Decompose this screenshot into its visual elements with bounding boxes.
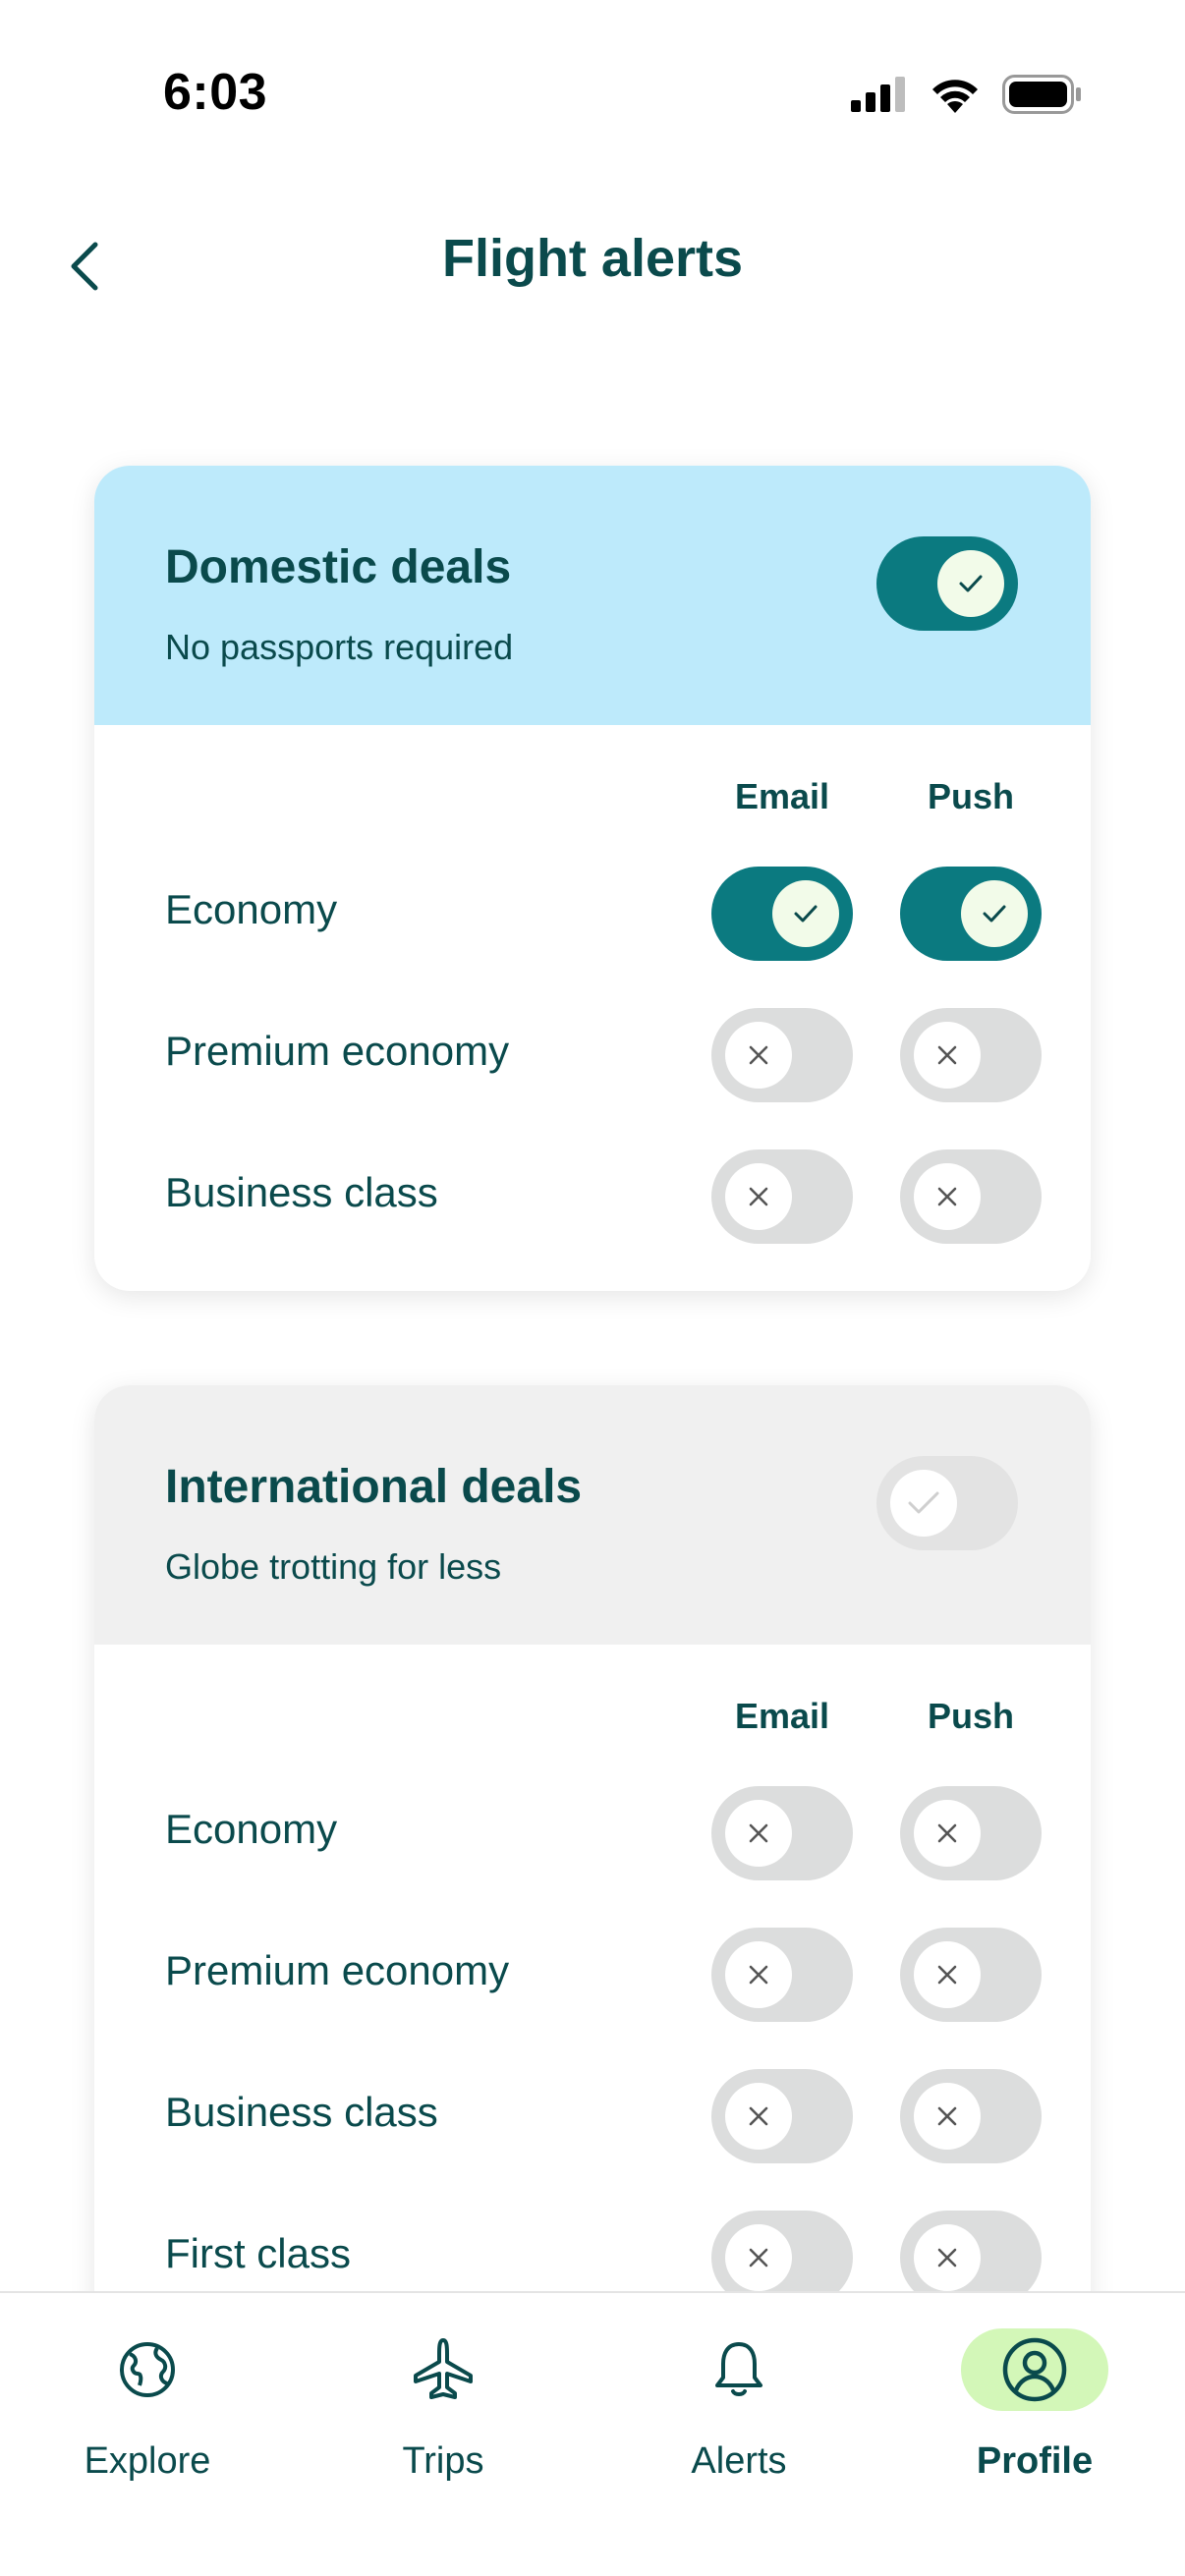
tab-icon-wrap xyxy=(665,2328,813,2411)
international-business-class-email-toggle[interactable] xyxy=(711,2069,853,2163)
toggle-knob xyxy=(725,2224,792,2291)
domestic-row-business-class: Business class xyxy=(94,1126,1091,1267)
globe-icon xyxy=(120,2342,175,2397)
check-icon xyxy=(983,905,1006,923)
wifi-icon xyxy=(932,80,978,113)
tab-icon-wrap xyxy=(961,2328,1108,2411)
international-column-headers: Email Push xyxy=(94,1645,1091,1763)
domestic-column-headers: Email Push xyxy=(94,725,1091,843)
x-icon xyxy=(937,1187,957,1206)
tab-icon-wrap xyxy=(369,2328,517,2411)
toggle-knob xyxy=(772,880,839,947)
x-icon xyxy=(749,2106,768,2126)
international-deals-title: International deals xyxy=(165,1461,583,1513)
international-premium-economy-email-toggle[interactable] xyxy=(711,1928,853,2022)
tab-label: Alerts xyxy=(691,2440,787,2482)
international-economy-push-toggle[interactable] xyxy=(900,1786,1042,1880)
international-row-premium-economy: Premium economy xyxy=(94,1904,1091,2045)
international-deals-toggle[interactable] xyxy=(876,1456,1018,1550)
international-business-class-push-toggle[interactable] xyxy=(900,2069,1042,2163)
x-icon xyxy=(749,1187,768,1206)
international-row-economy: Economy xyxy=(94,1763,1091,1904)
row-label: Economy xyxy=(165,1806,338,1852)
x-icon xyxy=(749,1823,768,1843)
check-icon xyxy=(959,575,983,592)
toggle-knob xyxy=(914,2224,981,2291)
x-icon xyxy=(937,1823,957,1843)
row-label: Business class xyxy=(165,1169,438,1215)
domestic-economy-push-toggle[interactable] xyxy=(900,867,1042,961)
tab-label: Trips xyxy=(402,2440,484,2482)
push-column-header: Push xyxy=(927,776,1014,816)
domestic-row-premium-economy: Premium economy xyxy=(94,984,1091,1126)
toggle-knob xyxy=(725,2083,792,2150)
airplane-icon xyxy=(414,2338,473,2399)
x-icon xyxy=(937,2248,957,2268)
domestic-deals-toggle[interactable] xyxy=(876,536,1018,631)
cellular-signal-icon xyxy=(851,77,905,112)
user-circle-icon xyxy=(1002,2337,1067,2402)
row-label: Business class xyxy=(165,2089,438,2135)
page-title: Flight alerts xyxy=(441,229,744,288)
bell-icon xyxy=(715,2342,762,2396)
tab-label: Explore xyxy=(84,2440,211,2482)
row-label: Premium economy xyxy=(165,1028,510,1074)
domestic-deals-header: Domestic deals No passports required xyxy=(94,466,1091,725)
toggle-knob xyxy=(725,1163,792,1230)
tab-explore[interactable]: Explore xyxy=(0,2293,295,2509)
tab-trips[interactable]: Trips xyxy=(296,2293,591,2509)
toggle-knob xyxy=(725,1941,792,2008)
domestic-deals-title: Domestic deals xyxy=(165,541,512,593)
international-deals-subtitle: Globe trotting for less xyxy=(165,1546,502,1587)
domestic-deals-subtitle: No passports required xyxy=(165,627,514,667)
toggle-knob xyxy=(914,2083,981,2150)
tab-alerts[interactable]: Alerts xyxy=(592,2293,886,2509)
domestic-premium-economy-email-toggle[interactable] xyxy=(711,1008,853,1102)
international-economy-email-toggle[interactable] xyxy=(711,1786,853,1880)
tab-icon-wrap xyxy=(74,2328,221,2411)
push-column-header: Push xyxy=(927,1696,1014,1736)
status-icons xyxy=(851,75,1083,114)
toggle-knob xyxy=(725,1800,792,1867)
toggle-knob xyxy=(914,1163,981,1230)
domestic-business-class-email-toggle[interactable] xyxy=(711,1149,853,1244)
toggle-knob xyxy=(914,1800,981,1867)
check-icon xyxy=(908,1491,939,1514)
toggle-knob xyxy=(961,880,1028,947)
check-icon xyxy=(794,905,818,923)
domestic-deals-card: Domestic deals No passports required Ema… xyxy=(94,466,1091,1291)
x-icon xyxy=(937,1965,957,1985)
x-icon xyxy=(749,2248,768,2268)
toggle-knob xyxy=(725,1022,792,1089)
international-deals-card: International deals Globe trotting for l… xyxy=(94,1385,1091,2368)
email-column-header: Email xyxy=(734,776,830,816)
domestic-row-economy: Economy xyxy=(94,843,1091,984)
domestic-economy-email-toggle[interactable] xyxy=(711,867,853,961)
international-row-business-class: Business class xyxy=(94,2045,1091,2187)
x-icon xyxy=(749,1045,768,1065)
x-icon xyxy=(937,1045,957,1065)
tab-profile[interactable]: Profile xyxy=(887,2293,1182,2509)
status-time: 6:03 xyxy=(163,64,268,121)
email-column-header: Email xyxy=(734,1696,830,1736)
battery-icon xyxy=(1002,75,1081,114)
domestic-premium-economy-push-toggle[interactable] xyxy=(900,1008,1042,1102)
international-deals-header: International deals Globe trotting for l… xyxy=(94,1385,1091,1645)
row-label: Economy xyxy=(165,886,338,932)
toggle-knob xyxy=(914,1022,981,1089)
toggle-knob xyxy=(937,550,1004,617)
tab-bar: Explore Trips Alerts Profile xyxy=(0,2291,1185,2576)
toggle-knob xyxy=(914,1941,981,2008)
international-premium-economy-push-toggle[interactable] xyxy=(900,1928,1042,2022)
status-bar: 6:03 xyxy=(0,0,1185,187)
tab-label: Profile xyxy=(976,2440,1094,2482)
domestic-business-class-push-toggle[interactable] xyxy=(900,1149,1042,1244)
x-icon xyxy=(937,2106,957,2126)
row-label: Premium economy xyxy=(165,1947,510,1993)
x-icon xyxy=(749,1965,768,1985)
toggle-knob xyxy=(890,1470,957,1537)
row-label: First class xyxy=(165,2230,351,2276)
